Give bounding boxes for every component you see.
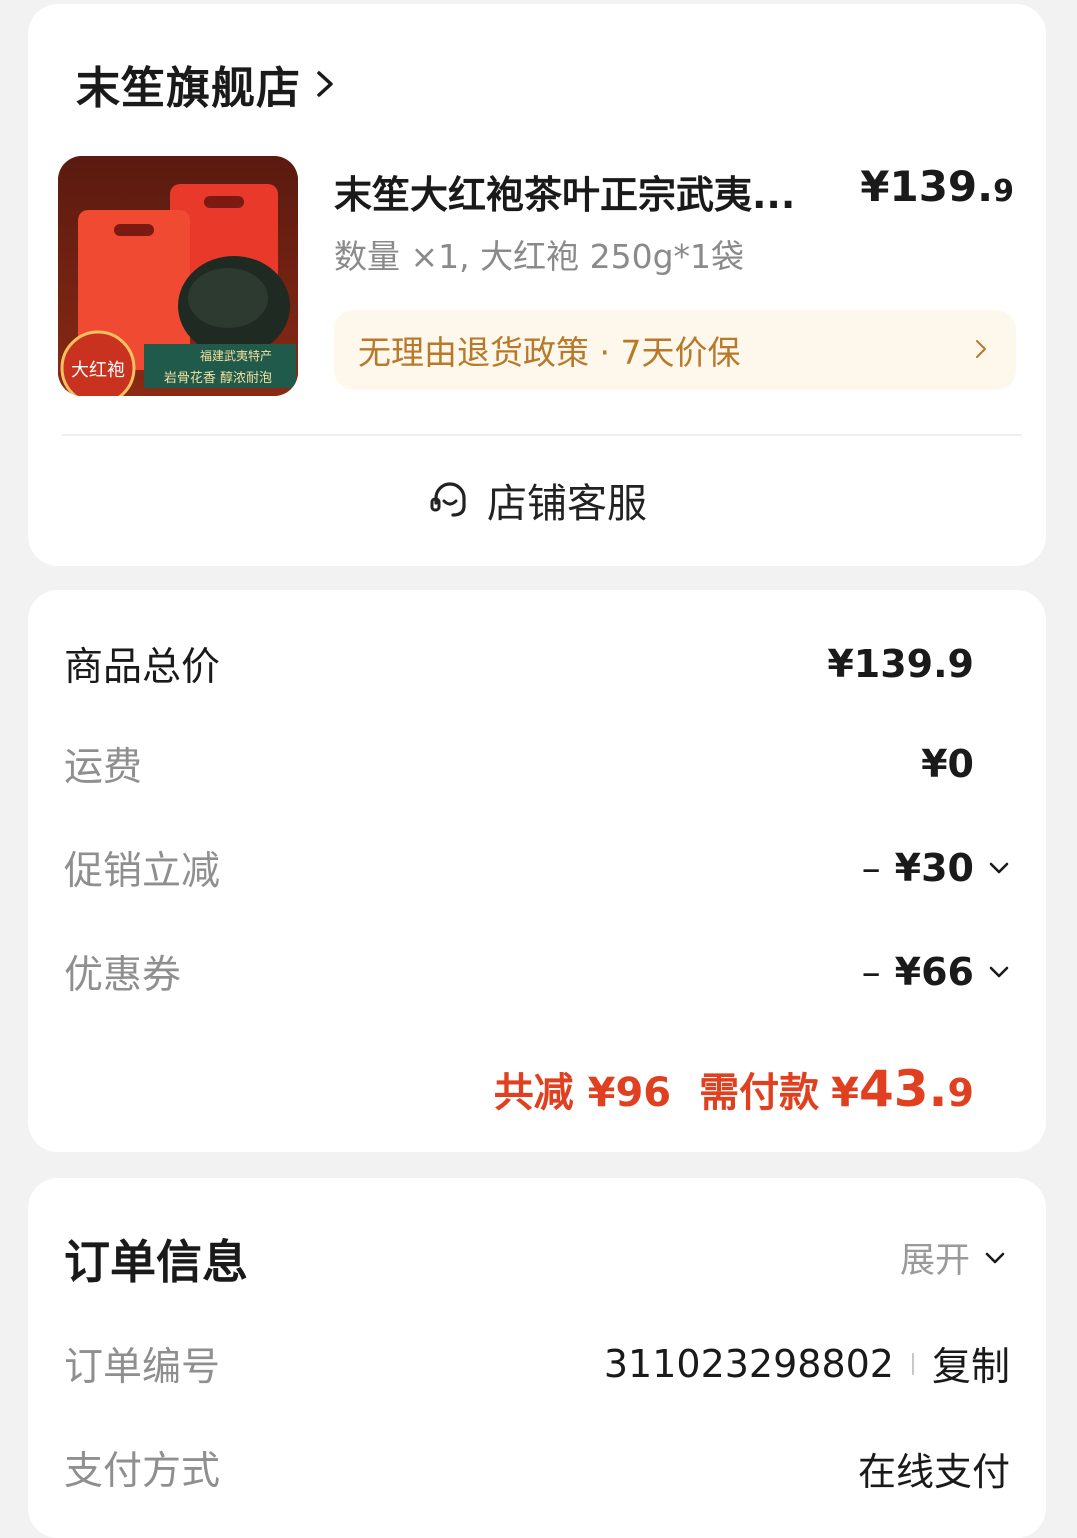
price-row-coupon[interactable]: 优惠券 – ¥66 bbox=[64, 942, 1010, 1002]
price-row-value: – ¥66 bbox=[862, 950, 974, 994]
copy-button[interactable]: 复制 bbox=[932, 1336, 1010, 1392]
order-number-row: 订单编号 311023298802 复制 bbox=[64, 1334, 1010, 1394]
chevron-right-icon bbox=[317, 71, 333, 97]
product-price-main: ¥139. bbox=[860, 162, 994, 211]
product-title[interactable]: 末笙大红袍茶叶正宗武夷... bbox=[334, 164, 854, 219]
chevron-down-icon[interactable] bbox=[984, 957, 1014, 987]
payment-method-value: 在线支付 bbox=[857, 1449, 1010, 1494]
price-row-label: 优惠券 bbox=[64, 953, 182, 998]
service-label: 店铺客服 bbox=[487, 481, 647, 527]
headset-icon bbox=[430, 482, 466, 517]
chevron-down-icon bbox=[985, 1252, 1005, 1263]
store-header[interactable]: 末笙旗舰店 bbox=[76, 52, 345, 116]
price-row-label: 商品总价 bbox=[64, 645, 221, 690]
minus-sign: – bbox=[861, 846, 881, 890]
price-row-label: 运费 bbox=[64, 745, 143, 790]
product-price-cents: 9 bbox=[993, 174, 1014, 209]
price-row-value: – ¥30 bbox=[862, 846, 974, 890]
amount-due-cents: 9 bbox=[947, 1071, 974, 1115]
price-row-label: 促销立减 bbox=[64, 849, 221, 894]
coupon-amount: ¥66 bbox=[894, 950, 974, 994]
order-number-value: 311023298802 bbox=[603, 1342, 894, 1386]
product-spec: 数量 ×1, 大红袍 250g*1袋 bbox=[334, 237, 745, 276]
store-name[interactable]: 末笙旗舰店 bbox=[76, 52, 301, 116]
amount-due-label: 需付款 bbox=[699, 1070, 820, 1116]
image-text-origin: 福建武夷特产 bbox=[200, 348, 272, 363]
expand-label: 展开 bbox=[899, 1241, 970, 1281]
promo-amount: ¥30 bbox=[894, 846, 974, 890]
order-number-label: 订单编号 bbox=[64, 1345, 221, 1390]
payment-method-row: 支付方式 在线支付 bbox=[64, 1438, 1010, 1498]
divider bbox=[62, 434, 1022, 436]
expand-button[interactable]: 展开 bbox=[900, 1232, 1010, 1283]
chevron-right-icon bbox=[976, 340, 986, 358]
chevron-down-icon[interactable] bbox=[984, 853, 1014, 883]
minus-sign: – bbox=[861, 950, 881, 994]
amount-due-symbol: ¥ bbox=[831, 1070, 859, 1116]
image-text-slogan: 岩骨花香 醇浓耐泡 bbox=[164, 370, 272, 386]
price-card: 商品总价 ¥139.9 运费 ¥0 促销立减 – ¥30 优惠券 – ¥66 共… bbox=[28, 590, 1046, 1152]
price-row-promo[interactable]: 促销立减 – ¥30 bbox=[64, 838, 1010, 898]
order-info-card: 订单信息 展开 订单编号 311023298802 复制 支付方式 在线支付 bbox=[28, 1178, 1046, 1538]
policy-text: 无理由退货政策 · 7天价保 bbox=[358, 333, 741, 372]
price-row-shipping: 运费 ¥0 bbox=[64, 734, 1010, 794]
product-image[interactable]: 大红袍 福建武夷特产 岩骨花香 醇浓耐泡 bbox=[58, 156, 298, 396]
store-service-button[interactable]: 店铺客服 bbox=[28, 470, 1046, 530]
order-info-title: 订单信息 bbox=[64, 1235, 248, 1289]
store-card: 末笙旗舰店 大红袍 福建武夷特产 岩骨花香 醇浓耐泡 末笙大红袍茶叶正宗武夷..… bbox=[28, 4, 1046, 566]
total-reduction: 共减 ¥96 bbox=[493, 1070, 672, 1116]
separator bbox=[911, 1353, 914, 1375]
image-text-brand: 大红袍 bbox=[71, 360, 125, 381]
product-price: ¥139.9 bbox=[860, 162, 1014, 211]
payment-summary: 共减 ¥96 需付款 ¥ 43. 9 bbox=[494, 1060, 974, 1118]
price-row-value: ¥139.9 bbox=[827, 642, 974, 686]
amount-due-main: 43. bbox=[858, 1060, 948, 1118]
price-row-total: 商品总价 ¥139.9 bbox=[64, 634, 1010, 694]
order-number-value-group: 311023298802 复制 bbox=[604, 1336, 1010, 1392]
policy-bar[interactable]: 无理由退货政策 · 7天价保 bbox=[334, 310, 1016, 390]
payment-method-label: 支付方式 bbox=[64, 1449, 221, 1494]
tea-package-icon: 大红袍 福建武夷特产 岩骨花香 醇浓耐泡 bbox=[58, 156, 298, 396]
price-row-value: ¥0 bbox=[921, 742, 974, 786]
